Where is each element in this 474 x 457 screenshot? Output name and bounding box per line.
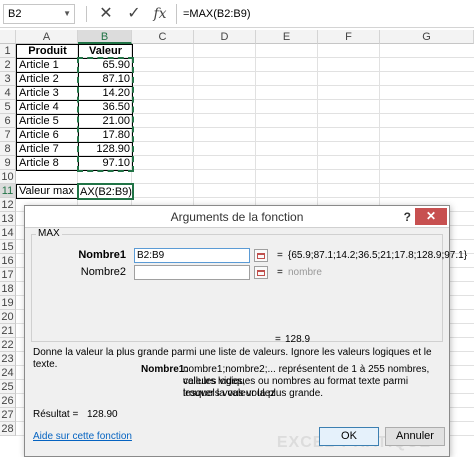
function-group: MAX Nombre1 B2:B9 = {65.9;87.1;14.2;36.5… [31,228,467,342]
row-header[interactable]: 27 [0,408,16,422]
function-result-equals: = [275,334,281,345]
column-header-g[interactable]: G [380,30,474,44]
row-header[interactable]: 1 [0,44,16,58]
formula-input[interactable]: =MAX(B2:B9) [176,4,474,24]
row-header[interactable]: 24 [0,366,16,380]
product-cell[interactable]: Article 6 [16,128,79,143]
cancel-button[interactable]: Annuler [385,427,445,446]
row-header[interactable]: 4 [0,86,16,100]
arg2-result: nombre [288,267,322,278]
row-header[interactable]: 8 [0,142,16,156]
product-cell[interactable]: Article 5 [16,114,79,129]
column-header-f[interactable]: F [318,30,380,44]
row-header[interactable]: 15 [0,240,16,254]
row-header[interactable]: 25 [0,380,16,394]
function-name: MAX [36,228,62,239]
product-cell[interactable]: Article 8 [16,156,79,171]
row-header[interactable]: 2 [0,58,16,72]
row-header[interactable]: 21 [0,324,16,338]
product-cell[interactable]: Article 1 [16,58,79,73]
product-cell[interactable]: Article 7 [16,142,79,157]
ok-button[interactable]: OK [319,427,379,446]
arg1-label: Nombre1 [78,249,126,261]
arg-help-label: Nombre1: [141,364,188,375]
arg2-input[interactable] [134,265,250,280]
function-result: 128.9 [285,334,311,345]
row-header[interactable]: 18 [0,282,16,296]
check-icon[interactable]: ✓ [124,3,144,25]
formula-bar: B2 ▼ ✕ ✓ fx =MAX(B2:B9) [0,0,474,28]
arg1-input[interactable]: B2:B9 [134,248,250,263]
row-header[interactable]: 13 [0,212,16,226]
range-picker-icon[interactable] [254,266,268,279]
row-header[interactable]: 26 [0,394,16,408]
active-cell[interactable]: AX(B2:B9) [77,183,134,200]
row-header[interactable]: 19 [0,296,16,310]
cancel-icon[interactable]: ✕ [96,3,116,25]
row-header[interactable]: 3 [0,72,16,86]
arg2-equals: = [277,267,283,278]
insert-function-icon[interactable]: fx [150,3,170,25]
range-picker-icon[interactable] [254,249,268,262]
active-cell-formula: AX(B2:B9) [80,186,132,198]
help-icon[interactable]: ? [404,206,411,228]
row-header[interactable]: 10 [0,170,16,184]
range-selection-marquee [77,57,134,172]
row-header[interactable]: 9 [0,156,16,170]
row-header[interactable]: 16 [0,254,16,268]
row-header[interactable]: 28 [0,422,16,436]
function-help-link[interactable]: Aide sur cette fonction [33,431,132,443]
arg1-result: {65.9;87.1;14.2;36.5;21;17.8;128.9;97.1} [288,250,468,261]
name-box[interactable]: B2 ▼ [3,4,75,24]
column-header-e[interactable]: E [256,30,318,44]
row-header[interactable]: 6 [0,114,16,128]
select-all-corner[interactable] [0,30,16,44]
max-label-cell[interactable]: Valeur max : [16,184,79,199]
header-produit[interactable]: Produit [16,44,79,59]
row-header[interactable]: 12 [0,198,16,212]
row-header[interactable]: 14 [0,226,16,240]
arg1-equals: = [277,250,283,261]
product-cell[interactable]: Article 4 [16,100,79,115]
row-header[interactable]: 20 [0,310,16,324]
arg-help-line: trouver la valeur la plus grande. [183,388,324,399]
row-header[interactable]: 22 [0,338,16,352]
column-header-d[interactable]: D [194,30,256,44]
column-header-c[interactable]: C [132,30,194,44]
column-header-b[interactable]: B [78,30,132,44]
close-button[interactable]: ✕ [415,208,447,225]
row-header[interactable]: 7 [0,128,16,142]
product-cell[interactable]: Article 3 [16,86,79,101]
row-header[interactable]: 17 [0,268,16,282]
row-header[interactable]: 23 [0,352,16,366]
dialog-title: Arguments de la fonction [25,206,449,228]
result-value: 128.90 [87,409,118,420]
arg2-label: Nombre2 [80,266,126,278]
column-header-a[interactable]: A [16,30,78,44]
product-cell[interactable]: Article 2 [16,72,79,87]
divider [86,6,87,22]
result-label: Résultat = [33,409,79,420]
name-box-value: B2 [8,8,22,20]
row-header[interactable]: 11 [0,184,16,198]
chevron-down-icon[interactable]: ▼ [63,5,71,23]
row-header[interactable]: 5 [0,100,16,114]
function-arguments-dialog: Arguments de la fonction ? ✕ MAX Nombre1… [24,205,467,457]
